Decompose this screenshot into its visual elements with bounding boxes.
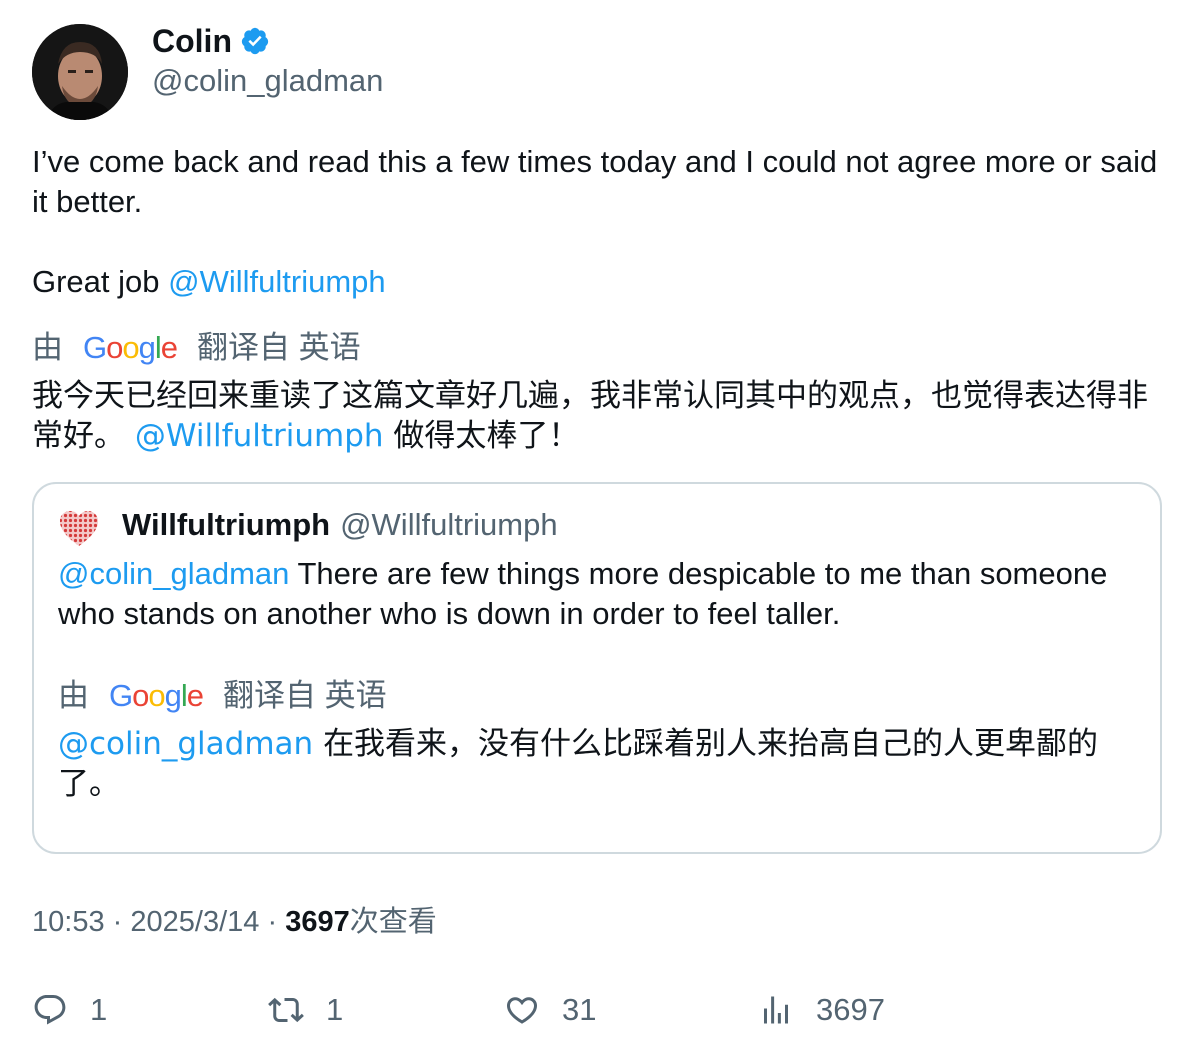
views-label: 次查看 bbox=[349, 906, 437, 938]
tweet-date[interactable]: 2025/3/14 bbox=[130, 906, 259, 938]
translated-text: 我今天已经回来重读了这篇文章好几遍，我非常认同其中的观点，也觉得表达得非常好。 … bbox=[32, 376, 1162, 456]
author-name-label: Colin bbox=[152, 23, 232, 59]
retweet-icon bbox=[268, 997, 304, 1023]
tweet-text: I’ve come back and read this a few times… bbox=[32, 142, 1162, 302]
reply-icon bbox=[34, 995, 66, 1025]
views-count: 3697 bbox=[285, 906, 350, 938]
translated-by-label: 由 bbox=[32, 330, 63, 365]
quoted-tweet[interactable]: Willfultriumph @Willfultriumph @colin_gla… bbox=[32, 482, 1162, 854]
mention-link[interactable]: @colin_gladman bbox=[58, 726, 313, 762]
tweet-text-line: I’ve come back and read this a few times… bbox=[32, 144, 1158, 219]
like-button[interactable]: 31 bbox=[504, 988, 596, 1032]
reply-button[interactable]: 1 bbox=[32, 988, 107, 1032]
quoted-author-name: Willfultriumph bbox=[122, 507, 331, 542]
heart-avatar-icon[interactable] bbox=[58, 508, 100, 550]
views-icon bbox=[764, 996, 788, 1024]
tweet-time[interactable]: 10:53 bbox=[32, 906, 105, 938]
views-button[interactable]: 3697 bbox=[758, 988, 885, 1032]
mention-link[interactable]: @Willfultriumph bbox=[168, 264, 386, 299]
translated-by-label: 由 bbox=[58, 678, 89, 713]
author-name[interactable]: Colin bbox=[152, 22, 270, 60]
tweet-meta: 10:53 · 2025/3/14 · 3697次查看 bbox=[32, 902, 437, 942]
like-icon bbox=[506, 997, 538, 1024]
quoted-author[interactable]: Willfultriumph @Willfultriumph bbox=[122, 506, 558, 544]
mention-link[interactable]: @colin_gladman bbox=[58, 556, 289, 591]
views-action-count: 3697 bbox=[816, 992, 885, 1027]
translation-attribution: 由 Google 翻译自 英语 bbox=[32, 328, 361, 368]
tweet-text-line: Great job @Willfultriumph bbox=[32, 262, 1162, 302]
quoted-translation-attribution: 由 Google 翻译自 英语 bbox=[58, 676, 387, 716]
mention-link[interactable]: @Willfultriumph bbox=[135, 418, 384, 454]
translated-from-label: 翻译自 英语 bbox=[197, 330, 361, 365]
translated-from-label: 翻译自 英语 bbox=[223, 678, 387, 713]
quoted-author-handle: @Willfultriumph bbox=[340, 507, 558, 542]
quoted-translated-text: @colin_gladman 在我看来，没有什么比踩着别人来抬高自己的人更卑鄙的… bbox=[58, 724, 1138, 804]
meta-separator: · bbox=[267, 906, 278, 938]
translated-text-part: 做得太棒了！ bbox=[393, 418, 580, 454]
meta-separator: · bbox=[112, 906, 123, 938]
google-logo: Google bbox=[83, 330, 178, 365]
tweet-card: Colin @colin_gladman I’ve come back and … bbox=[0, 0, 1196, 1056]
like-count: 31 bbox=[562, 992, 597, 1027]
reply-count: 1 bbox=[90, 992, 108, 1027]
retweet-count: 1 bbox=[326, 992, 344, 1027]
google-logo: Google bbox=[109, 678, 204, 713]
author-avatar[interactable] bbox=[32, 24, 128, 120]
quoted-text: @colin_gladman There are few things more… bbox=[58, 554, 1138, 634]
verified-badge-icon bbox=[240, 26, 270, 56]
tweet-text-prefix: Great job bbox=[32, 264, 169, 299]
retweet-button[interactable]: 1 bbox=[268, 988, 343, 1032]
action-bar: 1 1 31 3697 bbox=[32, 988, 1162, 1032]
author-handle[interactable]: @colin_gladman bbox=[152, 62, 383, 100]
